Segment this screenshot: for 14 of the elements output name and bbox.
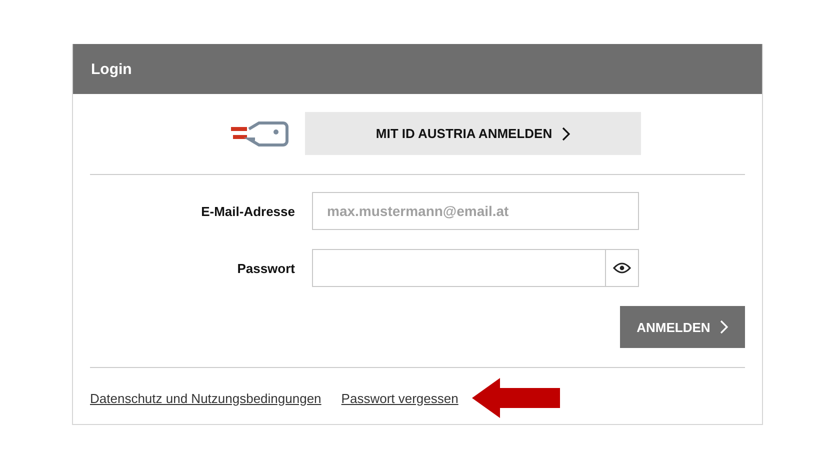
- eye-icon: [613, 262, 631, 274]
- chevron-icon: [562, 126, 570, 140]
- arrow-icon: [472, 378, 560, 418]
- email-field[interactable]: max.mustermann@email.at: [312, 192, 639, 230]
- id-austria-button[interactable]: MIT ID AUSTRIA ANMELDEN: [305, 112, 641, 155]
- footer-link[interactable]: Passwort vergessen: [341, 390, 458, 406]
- card-title: Login: [91, 60, 132, 78]
- field-label: E-Mail-Adresse: [200, 204, 295, 218]
- footer-link[interactable]: Datenschutz und Nutzungsbedingungen: [90, 390, 322, 406]
- password-field[interactable]: [312, 249, 639, 287]
- chevron-icon: [720, 320, 728, 334]
- key-icon: [231, 118, 289, 148]
- field-label: Passwort: [236, 260, 295, 276]
- login-button[interactable]: ANMELDEN: [620, 306, 745, 348]
